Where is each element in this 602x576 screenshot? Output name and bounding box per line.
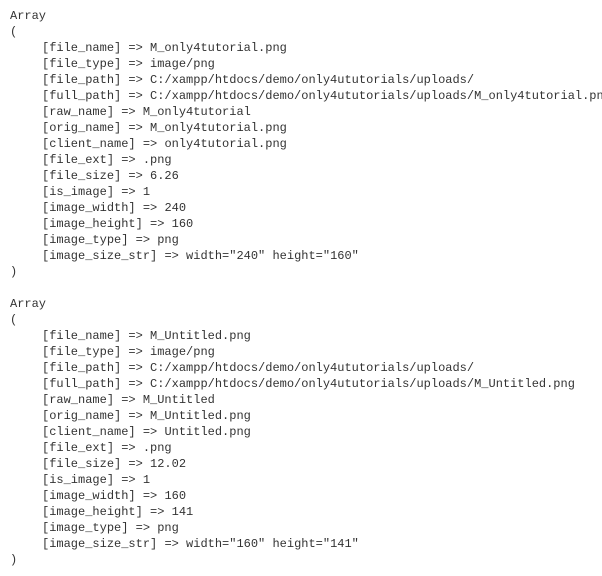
array-entry: [image_height] => 160	[10, 216, 592, 232]
entry-value: C:/xampp/htdocs/demo/only4ututorials/upl…	[150, 377, 575, 391]
entry-value: .png	[143, 441, 172, 455]
php-array-dump: Array ( [file_name] => M_only4tutorial.p…	[0, 0, 602, 576]
entry-key: file_path	[49, 361, 114, 375]
close-paren: )	[10, 264, 592, 280]
entry-key: orig_name	[49, 409, 114, 423]
array-entry: [is_image] => 1	[10, 184, 592, 200]
entry-value: png	[157, 521, 179, 535]
array-entry: [file_ext] => .png	[10, 152, 592, 168]
entry-value: C:/xampp/htdocs/demo/only4ututorials/upl…	[150, 361, 474, 375]
array-entry: [image_width] => 240	[10, 200, 592, 216]
entry-value: 1	[143, 473, 150, 487]
entry-key: image_height	[49, 505, 135, 519]
entry-key: file_ext	[49, 153, 107, 167]
array-entry: [image_width] => 160	[10, 488, 592, 504]
array-entry: [file_name] => M_only4tutorial.png	[10, 40, 592, 56]
entry-key: orig_name	[49, 121, 114, 135]
array-entry: [image_type] => png	[10, 520, 592, 536]
entry-value: 141	[172, 505, 194, 519]
entry-value: 1	[143, 185, 150, 199]
array-entry: [file_type] => image/png	[10, 344, 592, 360]
entry-value: only4tutorial.png	[164, 137, 286, 151]
array-entry: [client_name] => Untitled.png	[10, 424, 592, 440]
array-entry: [full_path] => C:/xampp/htdocs/demo/only…	[10, 376, 592, 392]
entry-key: image_type	[49, 233, 121, 247]
entry-key: client_name	[49, 137, 128, 151]
entry-value: Untitled.png	[164, 425, 250, 439]
array-entry: [file_name] => M_Untitled.png	[10, 328, 592, 344]
entry-key: file_type	[49, 345, 114, 359]
array-entry: [file_size] => 12.02	[10, 456, 592, 472]
array-entry: [file_path] => C:/xampp/htdocs/demo/only…	[10, 360, 592, 376]
entry-value: C:/xampp/htdocs/demo/only4ututorials/upl…	[150, 73, 474, 87]
entry-key: is_image	[49, 185, 107, 199]
close-paren: )	[10, 552, 592, 568]
entry-value: C:/xampp/htdocs/demo/only4ututorials/upl…	[150, 89, 602, 103]
entry-value: M_only4tutorial.png	[150, 41, 287, 55]
entry-key: image_type	[49, 521, 121, 535]
entry-key: image_size_str	[49, 537, 150, 551]
entry-key: client_name	[49, 425, 128, 439]
entry-key: file_name	[49, 41, 114, 55]
entry-value: image/png	[150, 345, 215, 359]
entry-value: 12.02	[150, 457, 186, 471]
entry-key: image_width	[49, 489, 128, 503]
entry-value: 160	[164, 489, 186, 503]
spacer	[10, 280, 592, 296]
array-entry: [is_image] => 1	[10, 472, 592, 488]
entry-value: 6.26	[150, 169, 179, 183]
entry-value: M_Untitled	[143, 393, 215, 407]
entry-value: 240	[164, 201, 186, 215]
array-entry: [raw_name] => M_Untitled	[10, 392, 592, 408]
array-label: Array	[10, 8, 592, 24]
array-entry: [raw_name] => M_only4tutorial	[10, 104, 592, 120]
entry-value: M_Untitled.png	[150, 329, 251, 343]
entry-key: raw_name	[49, 105, 107, 119]
open-paren: (	[10, 24, 592, 40]
array-entry: [file_ext] => .png	[10, 440, 592, 456]
entry-key: file_ext	[49, 441, 107, 455]
entry-key: full_path	[49, 89, 114, 103]
entry-key: full_path	[49, 377, 114, 391]
array-entry: [orig_name] => M_only4tutorial.png	[10, 120, 592, 136]
entry-key: file_type	[49, 57, 114, 71]
array-entry: [image_type] => png	[10, 232, 592, 248]
entry-value: M_only4tutorial	[143, 105, 251, 119]
open-paren: (	[10, 312, 592, 328]
entry-key: image_height	[49, 217, 135, 231]
array-entry: [full_path] => C:/xampp/htdocs/demo/only…	[10, 88, 592, 104]
entry-value: width="160" height="141"	[186, 537, 359, 551]
entry-value: width="240" height="160"	[186, 249, 359, 263]
entry-value: M_only4tutorial.png	[150, 121, 287, 135]
entry-value: .png	[143, 153, 172, 167]
entry-key: file_size	[49, 457, 114, 471]
entry-key: file_path	[49, 73, 114, 87]
entry-value: image/png	[150, 57, 215, 71]
array-entry: [image_size_str] => width="240" height="…	[10, 248, 592, 264]
entry-value: png	[157, 233, 179, 247]
array-entry: [orig_name] => M_Untitled.png	[10, 408, 592, 424]
array-entry: [image_height] => 141	[10, 504, 592, 520]
entry-key: image_size_str	[49, 249, 150, 263]
entry-key: file_size	[49, 169, 114, 183]
entry-key: raw_name	[49, 393, 107, 407]
array-label: Array	[10, 296, 592, 312]
entry-key: is_image	[49, 473, 107, 487]
array-entry: [client_name] => only4tutorial.png	[10, 136, 592, 152]
array-entry: [file_type] => image/png	[10, 56, 592, 72]
entry-key: image_width	[49, 201, 128, 215]
entry-value: M_Untitled.png	[150, 409, 251, 423]
array-entry: [file_size] => 6.26	[10, 168, 592, 184]
array-entry: [image_size_str] => width="160" height="…	[10, 536, 592, 552]
entry-key: file_name	[49, 329, 114, 343]
entry-value: 160	[172, 217, 194, 231]
array-entry: [file_path] => C:/xampp/htdocs/demo/only…	[10, 72, 592, 88]
